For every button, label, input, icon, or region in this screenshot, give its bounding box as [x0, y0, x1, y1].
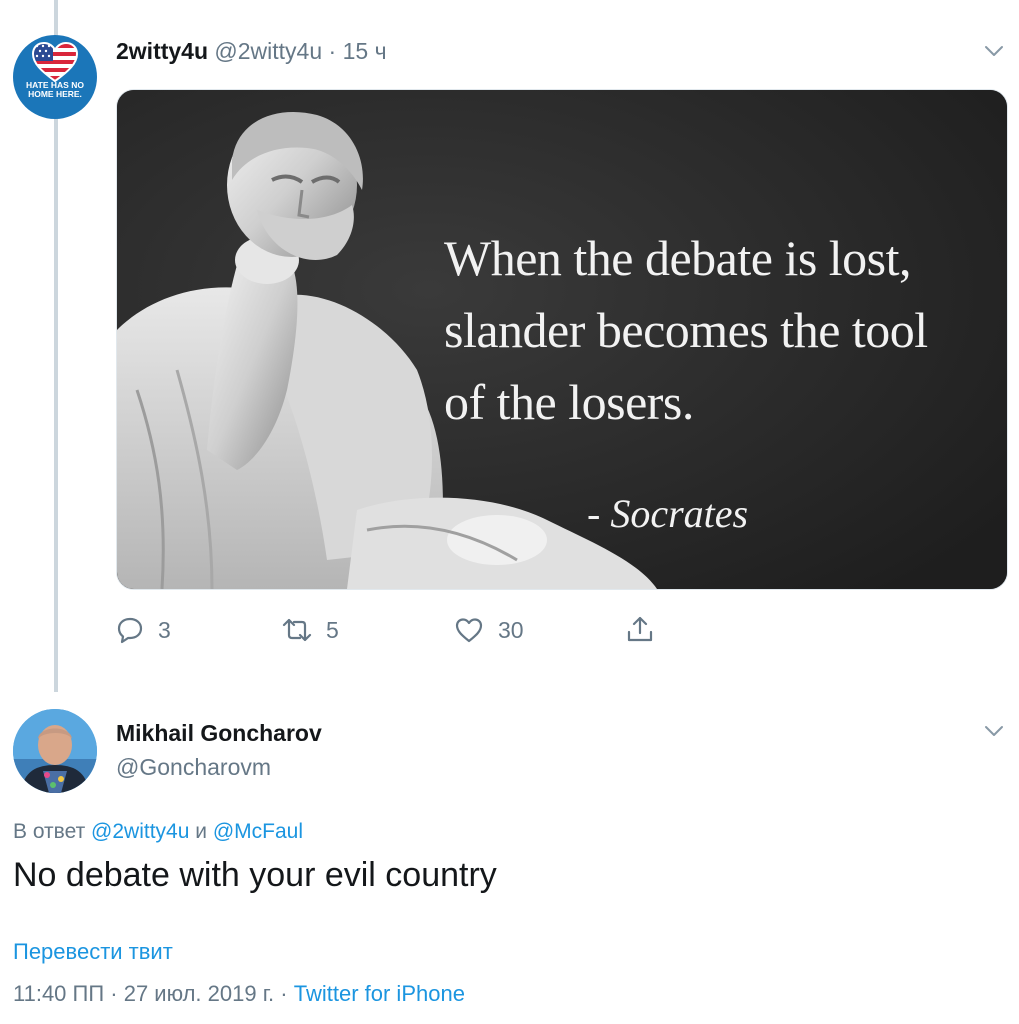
avatar-text: HATE HAS NO HOME HERE.	[26, 80, 84, 99]
quote-text: When the debate is lost, slander becomes…	[444, 222, 1004, 438]
timestamp[interactable]: 11:40 ПП · 27 июл. 2019 г.	[13, 981, 274, 1006]
reply-count: 3	[158, 616, 171, 643]
avatar[interactable]	[13, 709, 97, 793]
reply-icon	[117, 617, 143, 644]
share-icon	[627, 616, 653, 642]
reply-conjunction: и	[195, 820, 207, 843]
separator: ·	[280, 981, 288, 1006]
share-button[interactable]	[625, 614, 669, 644]
tweet-image[interactable]: When the debate is lost, slander becomes…	[116, 89, 1008, 590]
display-name[interactable]: 2witty4u	[116, 38, 208, 64]
like-count: 30	[498, 616, 524, 643]
translate-tweet-link[interactable]: Перевести твит	[13, 939, 173, 965]
retweet-button[interactable]: 5	[282, 616, 339, 644]
mention-link[interactable]: @2witty4u	[91, 820, 189, 843]
reply-button[interactable]: 3	[116, 616, 171, 644]
reply-prefix: В ответ	[13, 820, 86, 843]
avatar[interactable]: HATE HAS NO HOME HERE.	[13, 35, 97, 119]
tweet-thread: HATE HAS NO HOME HERE. 2witty4u @2witty4…	[0, 0, 1019, 1024]
separator: ·	[328, 38, 337, 64]
tweet-header: 2witty4u @2witty4u · 15 ч	[116, 36, 387, 66]
quote-attribution: - Socrates	[587, 491, 749, 536]
heart-icon	[455, 618, 483, 643]
quote-line: of the losers.	[444, 374, 694, 430]
source-link[interactable]: Twitter for iPhone	[294, 981, 465, 1006]
quote-line: slander becomes the tool	[444, 302, 928, 358]
display-name[interactable]: Mikhail Goncharov	[116, 720, 322, 747]
reply-context: В ответ @2witty4u и @McFaul	[13, 820, 303, 844]
retweet-count: 5	[326, 616, 339, 643]
retweet-icon	[282, 618, 312, 642]
timestamp[interactable]: 15 ч	[343, 38, 387, 64]
flag-heart-icon	[31, 41, 79, 83]
handle[interactable]: @Goncharovm	[116, 754, 271, 781]
tweet-actions: 3 5 30	[116, 612, 676, 652]
chevron-down-icon[interactable]	[983, 720, 1005, 742]
tweet-meta: 11:40 ПП · 27 июл. 2019 г. · Twitter for…	[13, 981, 465, 1007]
quote-line: When the debate is lost,	[444, 230, 912, 286]
like-button[interactable]: 30	[454, 616, 524, 644]
mention-link[interactable]: @McFaul	[213, 820, 303, 843]
handle[interactable]: @2witty4u	[214, 38, 322, 64]
profile-photo	[13, 709, 97, 793]
chevron-down-icon[interactable]	[983, 40, 1005, 62]
tweet-text: No debate with your evil country	[13, 856, 497, 894]
